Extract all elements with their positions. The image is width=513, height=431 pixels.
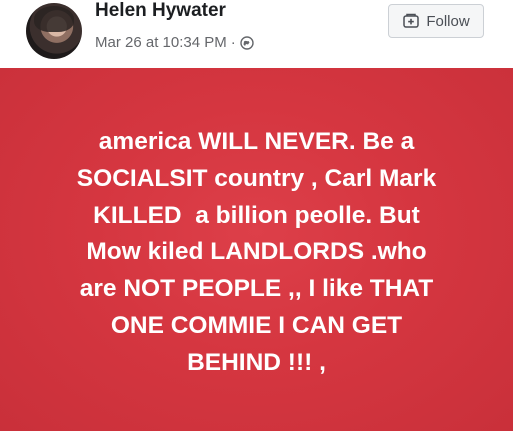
post-text-line: KILLED a billion peolle. But [93, 201, 420, 229]
post-text-line: SOCIALSIT country , Carl Mark [76, 164, 437, 192]
post-text-line: BEHIND !!! , [187, 348, 326, 376]
post-timestamp[interactable]: Mar 26 at 10:34 PM [95, 34, 227, 51]
post-text: america WILL NEVER. Be a SOCIALSIT count… [0, 124, 513, 382]
follow-add-icon [402, 12, 420, 30]
post-text-line: are NOT PEOPLE ,, I like THAT [79, 275, 434, 303]
post-content-background: america WILL NEVER. Be a SOCIALSIT count… [0, 68, 513, 431]
follow-button[interactable]: Follow [388, 4, 484, 38]
meta-separator: · [230, 34, 236, 51]
follow-label: Follow [426, 12, 470, 30]
facebook-post: Helen Hywater Mar 26 at 10:34 PM · Follo… [0, 0, 513, 431]
post-text-line: Mow kiled LANDLORDS .who [86, 238, 427, 266]
post-meta: Mar 26 at 10:34 PM · [95, 34, 254, 51]
globe-icon[interactable] [240, 35, 254, 50]
post-text-line: america WILL NEVER. Be a [98, 128, 415, 155]
post-header: Helen Hywater Mar 26 at 10:34 PM · Follo… [0, 0, 513, 68]
avatar[interactable] [26, 3, 82, 59]
avatar-image [34, 6, 74, 32]
author-name[interactable]: Helen Hywater [95, 0, 226, 22]
post-text-line: ONE COMMIE I CAN GET [110, 311, 403, 339]
